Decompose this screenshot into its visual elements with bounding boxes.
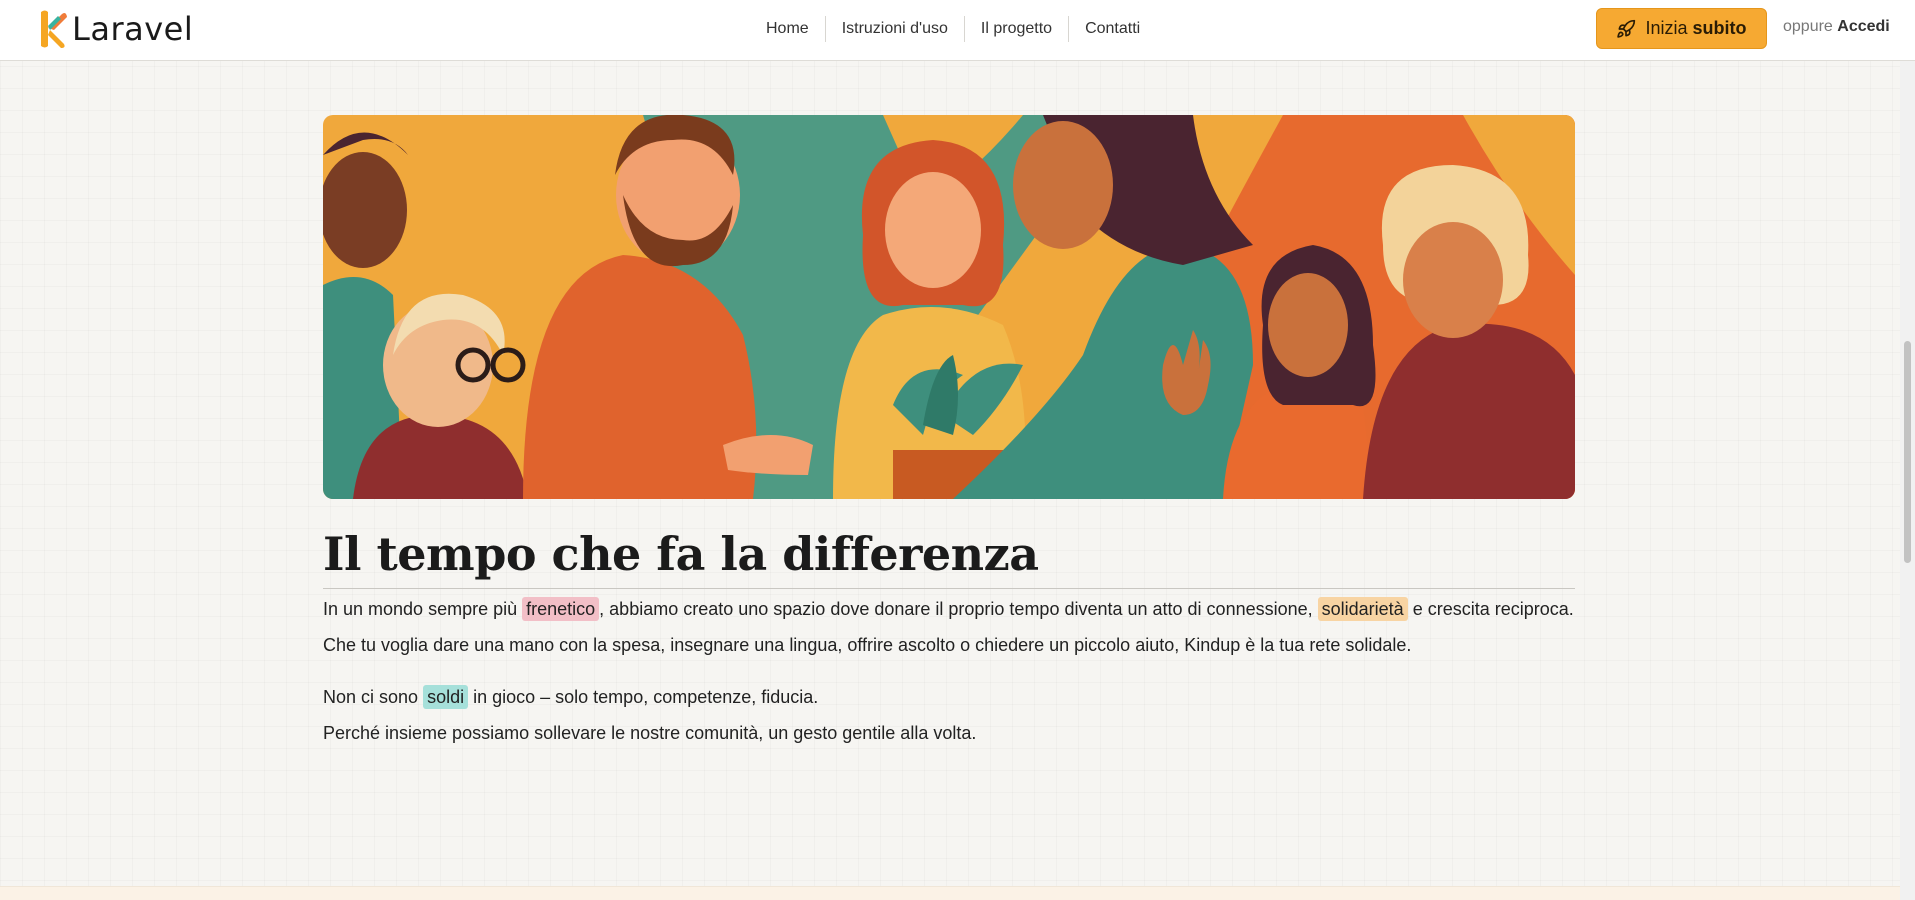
main-nav: Home Istruzioni d'uso Il progetto Contat… [750, 16, 1156, 42]
footer-strip [0, 886, 1915, 900]
nav-contacts[interactable]: Contatti [1068, 16, 1156, 42]
page-title: Il tempo che fa la differenza [323, 526, 1575, 589]
rocket-icon [1617, 19, 1636, 38]
login-area: oppure Accedi [1783, 18, 1890, 36]
top-navbar: Laravel Home Istruzioni d'uso Il progett… [0, 0, 1915, 61]
nav-instructions[interactable]: Istruzioni d'uso [824, 16, 964, 42]
start-now-label: Inizia subito [1645, 18, 1747, 38]
laravel-logo-icon [41, 10, 67, 48]
highlight-solidarieta: solidarietà [1317, 597, 1408, 621]
values-line-2: Perché insieme possiamo sollevare le nos… [323, 723, 977, 743]
brand-logo[interactable]: Laravel [36, 8, 193, 50]
login-link[interactable]: Accedi [1837, 18, 1889, 35]
values-line-1: Non ci sono soldi in gioco – solo tempo,… [323, 685, 819, 709]
intro-line-2: Che tu voglia dare una mano con la spesa… [323, 635, 1412, 655]
nav-home[interactable]: Home [750, 16, 825, 42]
hero-illustration [323, 115, 1575, 499]
intro-line-1: In un mondo sempre più frenetico, abbiam… [323, 597, 1574, 621]
intro-paragraph: In un mondo sempre più frenetico, abbiam… [323, 591, 1593, 663]
highlight-frenetico: frenetico [522, 597, 600, 621]
scrollbar-thumb[interactable] [1904, 341, 1911, 563]
nav-project[interactable]: Il progetto [963, 16, 1068, 42]
highlight-soldi: soldi [423, 685, 469, 709]
start-now-button[interactable]: Inizia subito [1596, 8, 1767, 49]
login-prefix: oppure [1783, 18, 1833, 35]
brand-name: Laravel [72, 10, 194, 48]
values-paragraph: Non ci sono soldi in gioco – solo tempo,… [323, 679, 1593, 751]
scrollbar[interactable] [1900, 61, 1915, 900]
